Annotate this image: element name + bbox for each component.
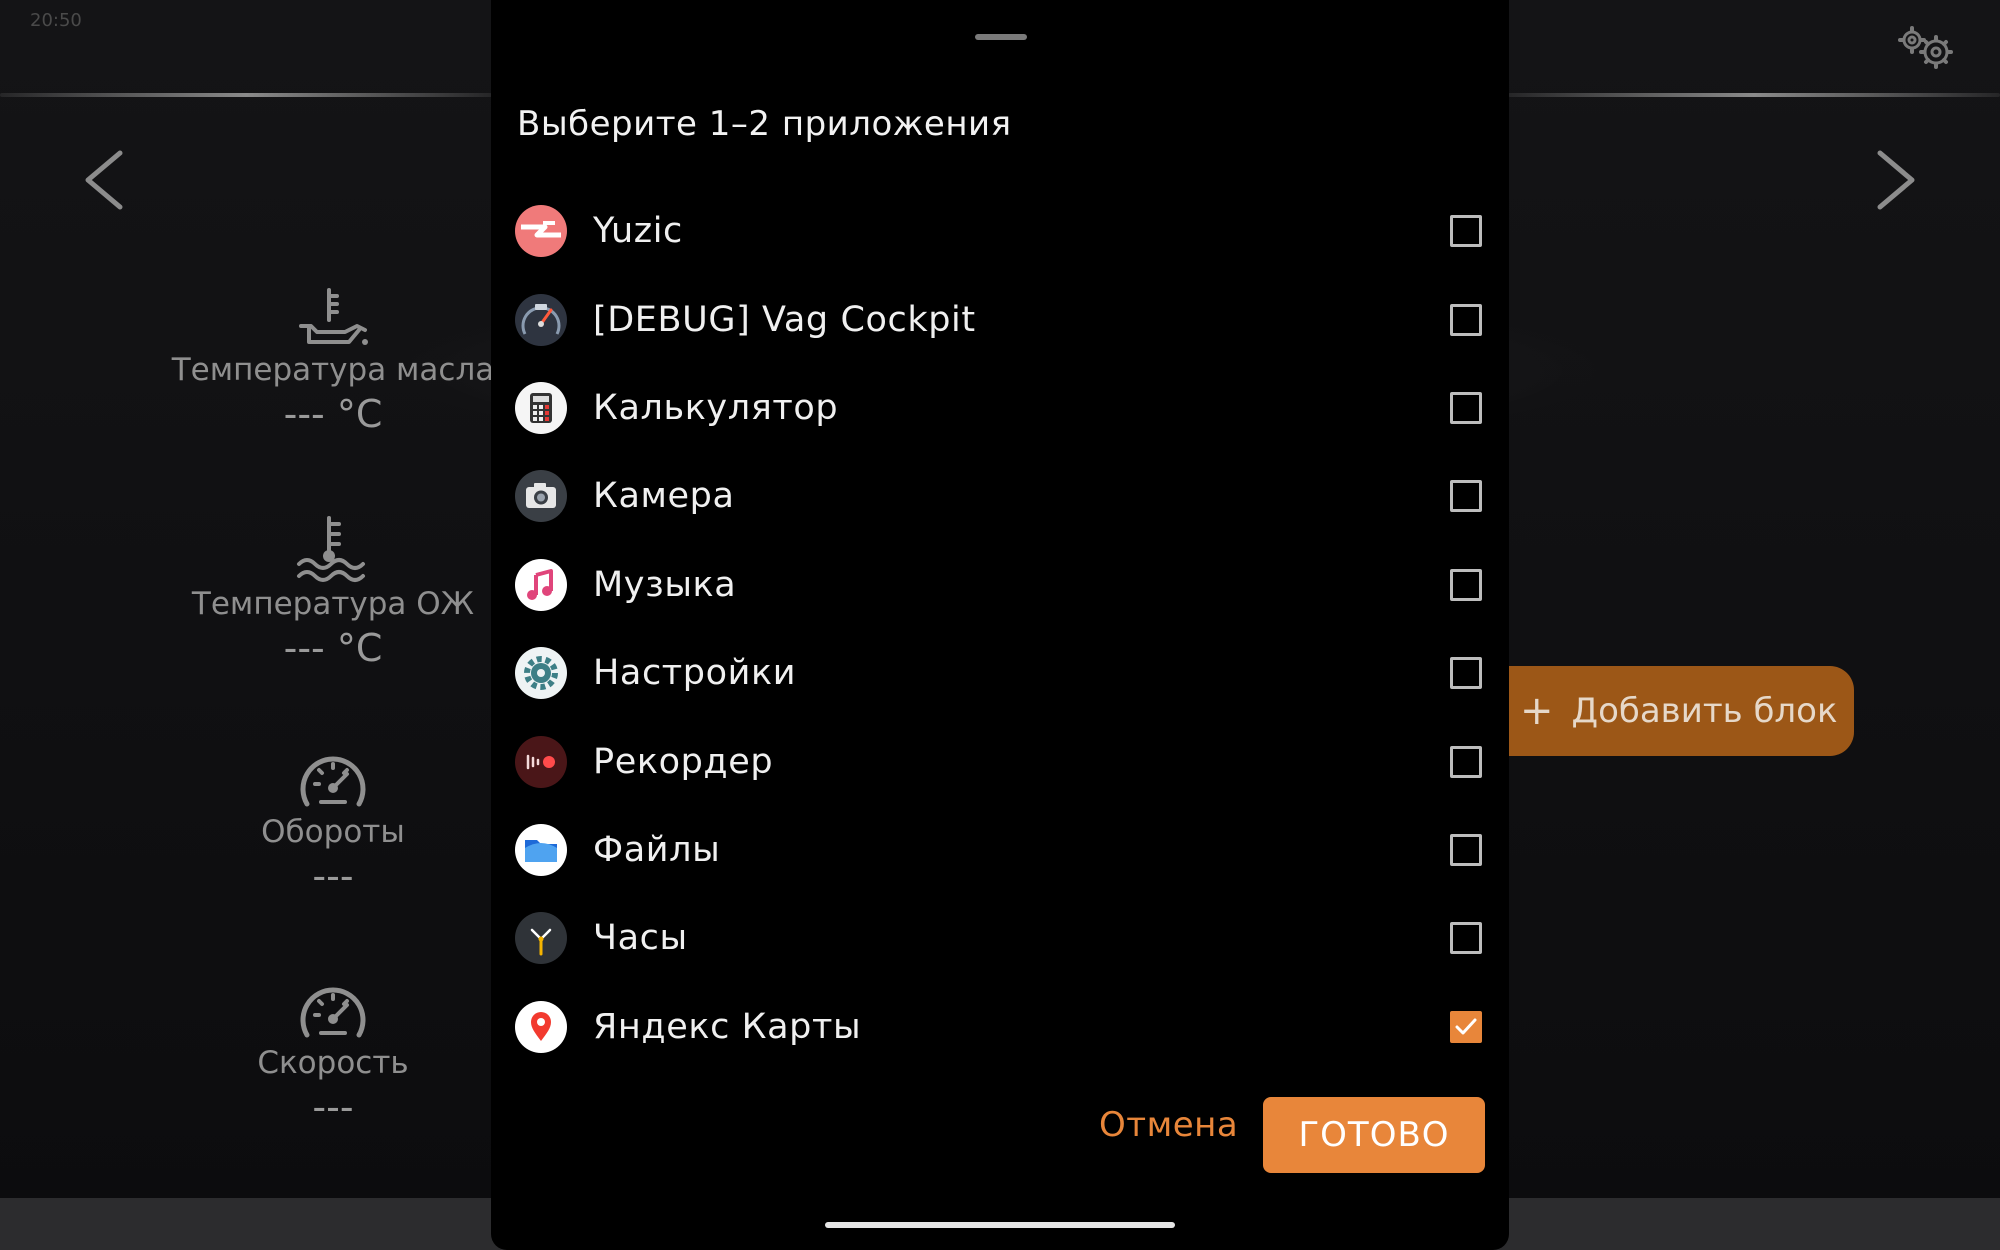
calculator-icon [515, 381, 567, 434]
music-icon [515, 558, 567, 611]
list-item[interactable]: Калькулятор [515, 364, 1485, 452]
app-checkbox[interactable] [1450, 745, 1482, 778]
app-checkbox[interactable] [1450, 303, 1482, 336]
gauge-value: --- [312, 1085, 354, 1129]
app-name: Камера [593, 476, 735, 517]
app-checkbox[interactable] [1450, 922, 1482, 955]
app-name: Настройки [593, 653, 797, 694]
list-item[interactable]: Настройки [515, 629, 1485, 717]
status-bar: 20:50 [30, 10, 82, 31]
app-name: Часы [593, 918, 688, 959]
vag-cockpit-icon [515, 293, 567, 346]
list-item[interactable]: Яндекс Карты [515, 983, 1485, 1071]
gauge-label: Обороты [261, 814, 405, 850]
app-name: Yuzic [593, 211, 683, 252]
app-name: Калькулятор [593, 387, 839, 428]
header-divider-left [0, 93, 492, 97]
plus-icon: + [1520, 688, 1554, 734]
app-checkbox[interactable] [1450, 568, 1482, 601]
app-name: Рекордер [593, 741, 774, 782]
files-icon [515, 823, 567, 876]
home-indicator[interactable] [825, 1222, 1175, 1228]
list-item[interactable]: Файлы [515, 806, 1485, 894]
list-item[interactable]: Yuzic [515, 187, 1485, 275]
camera-icon [515, 470, 567, 523]
app-name: Файлы [593, 829, 721, 870]
app-checkbox[interactable] [1450, 480, 1482, 513]
yandex-maps-icon [515, 1000, 567, 1053]
list-item[interactable]: Камера [515, 452, 1485, 540]
gauge-value: --- [312, 854, 354, 898]
add-block-label: Добавить блок [1571, 691, 1838, 731]
drag-handle[interactable] [975, 34, 1027, 40]
gauge-label: Температура ОЖ [191, 586, 475, 622]
gauge-oil-temperature: Температура масла --- °C [163, 286, 503, 436]
previous-page-icon[interactable] [78, 145, 138, 215]
speedometer-icon [300, 987, 366, 1038]
add-block-button[interactable]: + Добавить блок [1490, 666, 1854, 756]
gear-icon[interactable] [1890, 22, 1960, 72]
gauge-value: --- °C [283, 392, 383, 436]
app-name: Яндекс Карты [593, 1006, 862, 1047]
app-list: Yuzic [DEBUG] Vag Cockpit Калькулятор Ка… [515, 187, 1485, 1071]
tachometer-icon [300, 756, 366, 807]
gauge-speed: Скорость --- [163, 981, 503, 1129]
settings-icon [515, 647, 567, 700]
list-item[interactable]: Часы [515, 894, 1485, 982]
gauge-label: Скорость [257, 1045, 409, 1081]
app-checkbox[interactable] [1450, 833, 1482, 866]
done-button[interactable]: ГОТОВО [1263, 1097, 1485, 1173]
screen: 20:50 Температура масла --- °C Температу… [0, 0, 2000, 1250]
sheet-title: Выберите 1–2 приложения [517, 104, 1012, 144]
recorder-icon [515, 735, 567, 788]
header-divider-right [1508, 93, 2000, 97]
gauge-value: --- °C [283, 626, 383, 670]
list-item[interactable]: Рекордер [515, 717, 1485, 805]
oil-temperature-icon [299, 288, 368, 345]
coolant-temperature-icon [297, 516, 365, 582]
app-picker-sheet: Выберите 1–2 приложения Yuzic [DEBUG] Va… [491, 0, 1509, 1250]
app-checkbox[interactable] [1450, 391, 1482, 424]
gauge-rpm: Обороты --- [163, 750, 503, 898]
app-checkbox[interactable] [1450, 657, 1482, 690]
list-item[interactable]: [DEBUG] Vag Cockpit [515, 275, 1485, 363]
list-item[interactable]: Музыка [515, 541, 1485, 629]
next-page-icon[interactable] [1862, 145, 1922, 215]
app-name: [DEBUG] Vag Cockpit [593, 299, 976, 340]
app-checkbox[interactable] [1450, 1010, 1482, 1043]
app-checkbox[interactable] [1450, 215, 1482, 248]
checkmark-icon [1455, 1018, 1477, 1035]
gauge-label: Температура масла [171, 352, 495, 388]
yuzic-icon [515, 205, 567, 258]
app-name: Музыка [593, 564, 737, 605]
gauge-coolant-temperature: Температура ОЖ --- °C [163, 514, 503, 670]
clock-icon [515, 912, 567, 965]
cancel-button[interactable]: Отмена [1099, 1105, 1238, 1145]
